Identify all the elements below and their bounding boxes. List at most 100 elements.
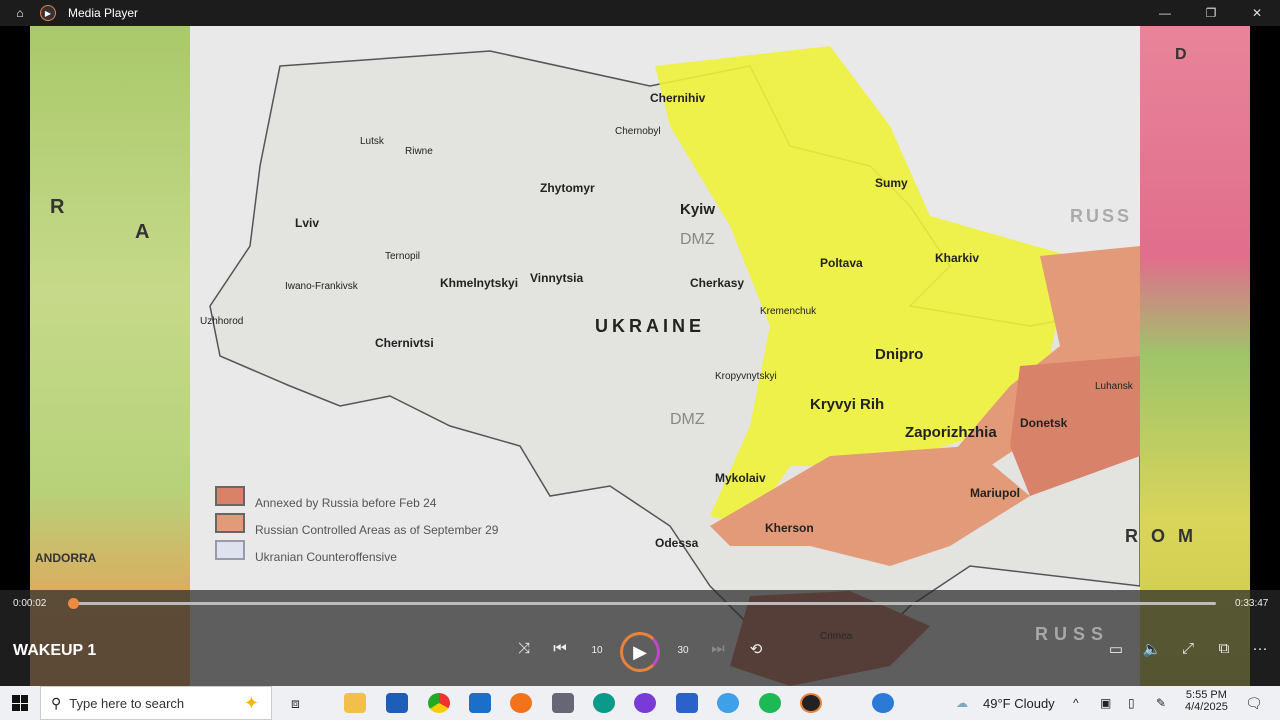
clock-time: 5:55 PM — [1185, 689, 1227, 701]
legend-annexed: Annexed by Russia before Feb 24 — [255, 496, 437, 510]
legend-swatch-controlled — [215, 513, 245, 533]
home-icon[interactable]: ⌂ — [12, 5, 28, 21]
play-button[interactable]: ▶ — [620, 632, 660, 672]
city-label: Cherkasy — [690, 276, 745, 290]
internet-explorer-icon[interactable] — [717, 693, 739, 713]
play-icon: ▶ — [633, 641, 647, 662]
app-icon[interactable] — [634, 693, 656, 713]
city-label: Donetsk — [1020, 416, 1068, 430]
city-label: Luhansk — [1095, 381, 1133, 392]
fullscreen-button[interactable]: ⤢ — [1174, 640, 1202, 657]
more-button[interactable]: ··· — [1246, 640, 1274, 657]
city-label: Poltava — [820, 256, 863, 270]
clock[interactable]: 5:55 PM 4/4/2025 — [1185, 689, 1228, 713]
file-explorer-icon[interactable] — [344, 693, 366, 713]
city-label: Kremenchuk — [760, 306, 817, 317]
city-label: Kropyvnytskyi — [715, 371, 777, 382]
firefox-icon[interactable] — [510, 693, 532, 713]
map-label: R O M — [1125, 526, 1197, 546]
europe-map-right — [1135, 26, 1250, 686]
network-icon[interactable]: ▣ — [1100, 696, 1111, 710]
meet-icon[interactable]: ▯ — [1128, 696, 1135, 710]
city-label: Riwne — [405, 146, 433, 157]
city-label: Kyiw — [680, 201, 716, 218]
europe-map-left — [30, 26, 195, 686]
city-label: Lviv — [295, 216, 320, 230]
city-label: Vinnytsia — [530, 271, 584, 285]
weather[interactable]: 49°F Cloudy — [983, 696, 1055, 711]
copilot-sparkle-icon: ✦ — [243, 692, 259, 713]
city-label: Uzhhorod — [200, 316, 244, 327]
country-label: UKRAINE — [595, 316, 706, 336]
media-player-icon: ▶ — [40, 5, 56, 21]
map-label: ANDORRA — [35, 551, 97, 565]
total-time: 0:33:47 — [1235, 598, 1269, 609]
store-icon[interactable] — [386, 693, 408, 713]
city-label: Kharkiv — [935, 251, 980, 265]
shuffle-button[interactable]: ⤨ — [510, 640, 538, 657]
repeat-off-button[interactable]: ⟲ — [742, 640, 770, 658]
chevron-up-icon[interactable]: ^ — [1073, 696, 1079, 710]
outlook-icon[interactable] — [469, 693, 491, 713]
spotify-icon[interactable] — [759, 693, 781, 713]
close-button[interactable]: ✕ — [1234, 0, 1280, 26]
window-title: Media Player — [68, 6, 139, 20]
legend-swatch-counteroffensive — [215, 540, 245, 560]
next-button[interactable]: ⏭ — [704, 640, 732, 657]
dmz-annotation: DMZ — [680, 231, 715, 248]
map-label: R — [50, 196, 65, 218]
city-label: Kryvyi Rih — [810, 396, 885, 413]
city-label: Odessa — [655, 536, 699, 550]
clock-date: 4/4/2025 — [1185, 701, 1228, 713]
mini-player-button[interactable]: ⧉ — [1210, 640, 1238, 657]
media-player-taskbar-icon[interactable] — [800, 693, 822, 713]
map-paper: Chernihiv Chernobyl Lutsk Riwne Zhytomyr Kyiw… — [190, 26, 1140, 686]
rewind-10-button[interactable]: 10 — [583, 645, 611, 656]
legend-controlled: Russian Controlled Areas as of September… — [255, 523, 499, 537]
chrome-icon[interactable] — [428, 693, 450, 713]
city-label: Iwano-Frankivsk — [285, 281, 358, 292]
search-icon: ⚲ — [51, 694, 62, 711]
seek-handle[interactable] — [68, 598, 79, 609]
seek-bar[interactable] — [76, 602, 1216, 605]
notifications-icon[interactable]: 🗨 — [1245, 695, 1263, 712]
security-icon[interactable] — [676, 693, 698, 713]
city-label: Chernihiv — [650, 91, 706, 105]
city-label: Khmelnytskyi — [440, 276, 519, 290]
previous-button[interactable]: ⏮ — [546, 640, 574, 657]
pen-icon[interactable]: ✎ — [1156, 696, 1166, 710]
task-view-icon[interactable]: ⧈ — [291, 695, 300, 712]
city-label: Mykolaiv — [715, 471, 766, 485]
city-label: Mariupol — [970, 486, 1020, 500]
ukraine-map-shapes — [209, 46, 1140, 686]
start-button[interactable] — [12, 695, 28, 711]
current-time: 0:00:02 — [13, 598, 47, 609]
search-placeholder: Type here to search — [69, 695, 185, 711]
city-label: Dnipro — [875, 346, 924, 363]
city-label: Ternopil — [385, 251, 421, 262]
forward-30-button[interactable]: 30 — [669, 645, 697, 656]
minimize-button[interactable]: — — [1142, 0, 1188, 26]
eset-icon[interactable] — [593, 693, 615, 713]
map-label: A — [135, 221, 150, 243]
city-label: Zaporizhzhia — [905, 424, 997, 441]
city-label: Chernivtsi — [375, 336, 434, 350]
city-label: Zhytomyr — [540, 181, 595, 195]
volume-button[interactable]: 🔈 — [1138, 640, 1166, 658]
city-label: Kherson — [765, 521, 814, 535]
city-label: Lutsk — [360, 136, 384, 147]
forward-icon: 30 — [677, 645, 689, 656]
rewind-icon: 10 — [591, 645, 603, 656]
dmz-annotation: DMZ — [670, 411, 705, 428]
video-frame[interactable]: Chernihiv Chernobyl Lutsk Riwne Zhytomyr Kyiw… — [30, 26, 1250, 686]
search-box[interactable]: ⚲ Type here to search ✦ — [40, 686, 272, 720]
calculator-icon[interactable] — [552, 693, 574, 713]
title-bar: ⌂ ▶ Media Player — ❐ ✕ — [0, 0, 1280, 26]
taskbar: ⚲ Type here to search ✦ ⧈ ☁ 49°F Cloudy … — [0, 686, 1280, 720]
help-icon[interactable] — [872, 693, 894, 713]
russia-label: RUSS — [1035, 624, 1110, 644]
map-label: D — [1175, 46, 1187, 63]
maximize-button[interactable]: ❐ — [1188, 0, 1234, 26]
video-title: WAKEUP 1 — [13, 642, 97, 659]
legend-swatch-annexed — [215, 486, 245, 506]
